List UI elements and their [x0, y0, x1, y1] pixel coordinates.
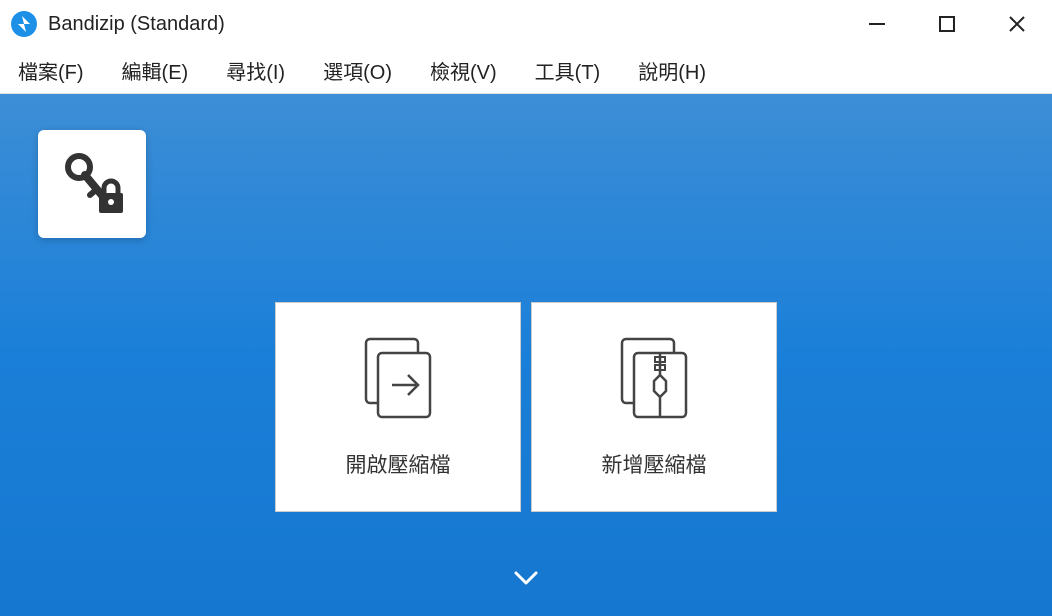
maximize-button[interactable] [912, 0, 982, 48]
menu-search[interactable]: 尋找(I) [222, 52, 289, 89]
menu-help[interactable]: 說明(H) [634, 52, 710, 89]
menu-options[interactable]: 選項(O) [319, 52, 396, 89]
close-button[interactable] [982, 0, 1052, 48]
open-archive-button[interactable]: 開啟壓縮檔 [275, 302, 521, 512]
app-title: Bandizip (Standard) [48, 13, 842, 36]
expand-button[interactable] [512, 569, 540, 592]
chevron-down-icon [512, 569, 540, 587]
key-lock-icon [57, 149, 127, 219]
titlebar: Bandizip (Standard) [0, 0, 1052, 48]
app-icon [10, 10, 38, 38]
open-archive-icon [358, 335, 438, 425]
menubar: 檔案(F) 編輯(E) 尋找(I) 選項(O) 檢視(V) 工具(T) 說明(H… [0, 48, 1052, 94]
menu-file[interactable]: 檔案(F) [14, 52, 88, 89]
actions-row: 開啟壓縮檔 新增壓縮檔 [275, 302, 777, 512]
menu-edit[interactable]: 編輯(E) [118, 52, 193, 89]
new-archive-icon [614, 335, 694, 425]
new-archive-label: 新增壓縮檔 [602, 449, 707, 479]
password-manager-button[interactable] [38, 130, 146, 238]
new-archive-button[interactable]: 新增壓縮檔 [531, 302, 777, 512]
window-controls [842, 0, 1052, 48]
minimize-button[interactable] [842, 0, 912, 48]
main-area: 開啟壓縮檔 新增壓縮檔 [0, 94, 1052, 616]
menu-view[interactable]: 檢視(V) [426, 52, 501, 89]
open-archive-label: 開啟壓縮檔 [346, 449, 451, 479]
menu-tools[interactable]: 工具(T) [531, 52, 605, 89]
